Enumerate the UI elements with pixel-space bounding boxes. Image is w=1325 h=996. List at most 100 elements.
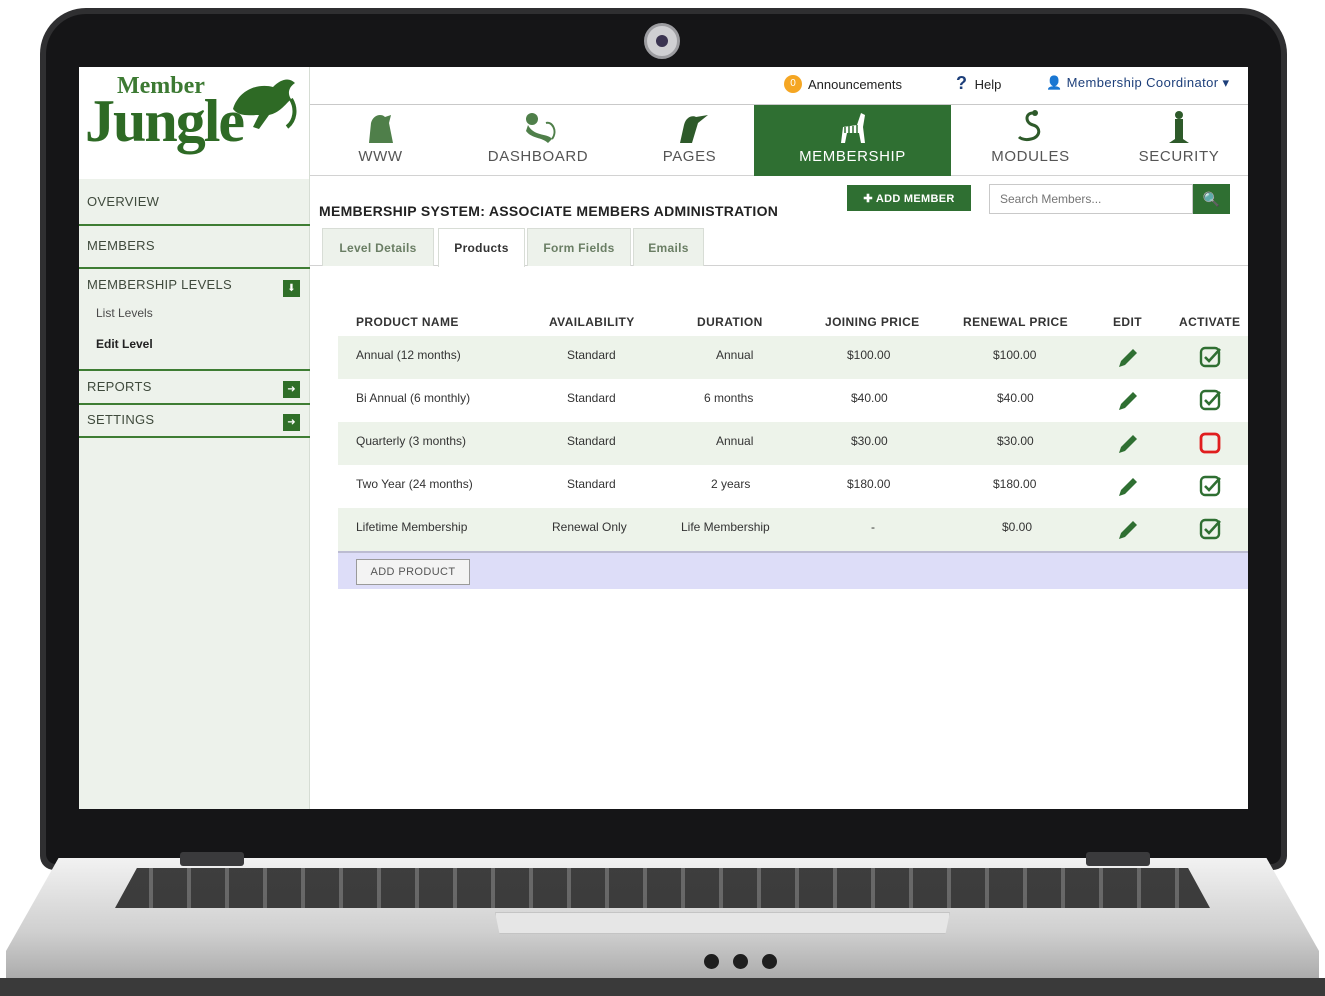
col-duration: DURATION [697,315,763,329]
tiger-icon [368,115,393,143]
sidebar-item-membership-levels[interactable]: MEMBERSHIP LEVELS [79,277,310,292]
help-link[interactable]: ? Help [956,73,1001,94]
product-renewal-price: $40.00 [997,391,1034,405]
nav-modules-label: MODULES [991,148,1070,165]
product-name: Lifetime Membership [356,520,468,534]
col-availability: AVAILABILITY [549,315,635,329]
product-name: Quarterly (3 months) [356,434,467,448]
main-nav: WWW DASHBOARD PAGES MEMBERSHIP MODULES S… [310,105,1248,176]
add-product-button[interactable]: ADD PRODUCT [356,559,470,585]
col-renewal-price: RENEWAL PRICE [963,315,1068,329]
col-joining-price: JOINING PRICE [825,315,920,329]
product-renewal-price: $0.00 [1002,520,1033,534]
keyboard [115,868,1210,908]
col-edit: EDIT [1113,315,1142,329]
pencil-icon[interactable] [1116,432,1140,456]
zebra-icon [840,113,865,143]
product-duration: Annual [716,434,754,448]
snake-icon [1017,110,1040,142]
announcements-link[interactable]: 0 Announcements [784,75,902,93]
tab-emails[interactable]: Emails [633,228,704,266]
tab-form-fields[interactable]: Form Fields [527,228,631,266]
product-renewal-price: $30.00 [997,434,1034,448]
product-joining-price: $100.00 [847,348,891,362]
sidebar-item-overview[interactable]: OVERVIEW [79,194,310,209]
table-row: Two Year (24 months) Standard 2 years $1… [338,465,1248,508]
pencil-icon[interactable] [1116,518,1140,542]
product-availability: Standard [567,477,616,491]
nav-modules[interactable]: MODULES [951,105,1110,176]
sidebar-item-members[interactable]: MEMBERS [79,238,310,253]
table-row: Quarterly (3 months) Standard Annual $30… [338,422,1248,465]
pencil-icon[interactable] [1116,346,1140,370]
check-square-icon[interactable] [1198,345,1222,369]
hinge-right [1086,852,1150,866]
product-renewal-price: $180.00 [993,477,1037,491]
check-square-icon[interactable] [1198,474,1222,498]
tab-products[interactable]: Products [438,228,525,267]
product-joining-price: $30.00 [851,434,888,448]
meerkat-icon [1169,111,1189,143]
laptop-foot [0,978,1325,996]
sidebar-sub-list-levels[interactable]: List Levels [96,306,153,320]
product-joining-price: - [871,520,875,534]
empty-square-icon[interactable] [1198,431,1222,455]
sidebar-item-settings[interactable]: SETTINGS [79,412,310,427]
pencil-icon[interactable] [1116,475,1140,499]
product-name: Bi Annual (6 monthly) [356,391,471,405]
help-label: Help [974,77,1002,92]
table-row: Lifetime Membership Renewal Only Life Me… [338,508,1248,551]
add-member-button[interactable]: ✚ ADD MEMBER [847,185,971,211]
nav-pages-label: PAGES [662,148,717,165]
level-tabs: Level Details Products Form Fields Email… [310,228,1248,267]
user-menu-label: Membership Coordinator ▾ [1066,75,1230,90]
laptop-mockup: Member Jungle OVERVIEW MEMBERS MEMBERSHI… [0,0,1325,996]
sidebar-divider [79,436,310,438]
product-availability: Standard [567,391,616,405]
nav-security[interactable]: SECURITY [1110,105,1248,176]
product-joining-price: $180.00 [847,477,891,491]
sidebar: Member Jungle OVERVIEW MEMBERS MEMBERSHI… [79,67,310,809]
product-availability: Renewal Only [552,520,627,534]
question-icon: ? [956,73,967,93]
reports-expand-button[interactable]: ➜ [283,381,300,398]
page-title: MEMBERSHIP SYSTEM: ASSOCIATE MEMBERS ADM… [319,203,779,219]
product-duration: 2 years [711,477,751,491]
check-square-icon[interactable] [1198,517,1222,541]
user-icon: 👤 [1046,75,1063,90]
search-members-input[interactable] [989,184,1193,214]
hinge-left [180,852,244,866]
nav-pages[interactable]: PAGES [625,105,754,176]
sidebar-item-reports[interactable]: REPORTS [79,379,310,394]
product-duration: 6 months [704,391,754,405]
settings-expand-button[interactable]: ➜ [283,414,300,431]
sidebar-divider [79,224,310,226]
product-availability: Standard [567,348,616,362]
logo-jungle-text: Jungle [85,88,245,154]
nav-membership[interactable]: MEMBERSHIP [754,105,951,176]
top-bar: 0 Announcements ? Help 👤 Membership Coor… [310,67,1248,105]
monkey-icon [526,113,556,143]
nav-security-label: SECURITY [1138,148,1220,165]
sidebar-sub-edit-level[interactable]: Edit Level [96,337,153,351]
search-button[interactable]: 🔍 [1193,184,1230,214]
tab-level-details[interactable]: Level Details [322,228,434,266]
pencil-icon[interactable] [1116,389,1140,413]
sidebar-divider [79,267,310,269]
nav-www[interactable]: WWW [310,105,451,176]
search-icon: 🔍 [1202,190,1221,207]
membership-levels-collapse-button[interactable]: ⬇ [283,280,300,297]
app-screen: Member Jungle OVERVIEW MEMBERS MEMBERSHI… [79,67,1248,809]
product-duration: Annual [716,348,754,362]
user-menu[interactable]: 👤 Membership Coordinator ▾ [1046,75,1229,91]
product-joining-price: $40.00 [851,391,888,405]
tiger-logo-icon [233,79,297,129]
sidebar-divider [79,369,310,371]
check-square-icon[interactable] [1198,388,1222,412]
announcements-label: Announcements [808,76,902,92]
table-row: Bi Annual (6 monthly) Standard 6 months … [338,379,1248,422]
member-jungle-logo[interactable]: Member Jungle [79,67,309,179]
nav-dashboard[interactable]: DASHBOARD [451,105,625,176]
product-renewal-price: $100.00 [993,348,1037,362]
webcam-icon [644,23,680,59]
